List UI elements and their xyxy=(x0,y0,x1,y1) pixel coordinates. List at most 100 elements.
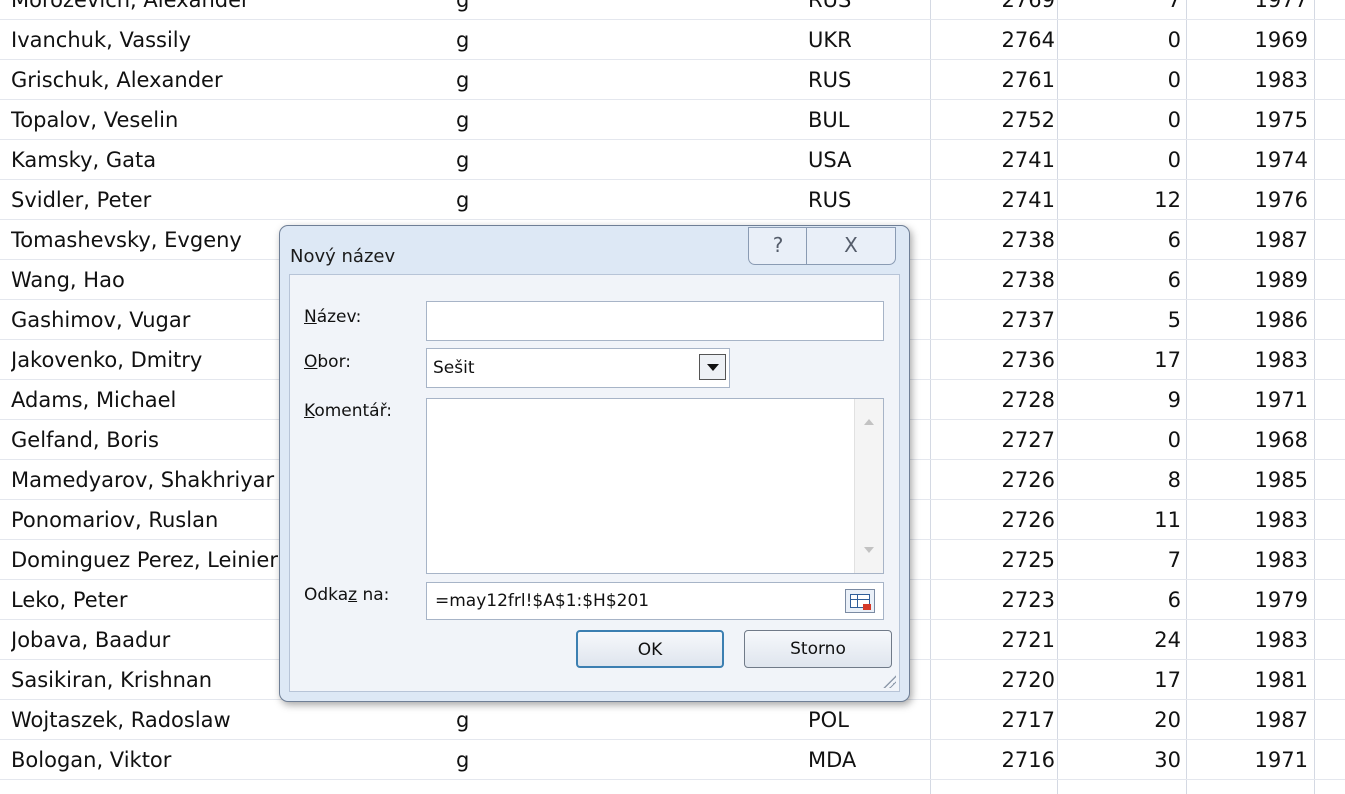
table-row[interactable]: Morozevich, Alexander g RUS 2769 7 1977 xyxy=(0,0,1345,20)
table-row[interactable]: Topalov, Veselin g BUL 2752 0 1975 xyxy=(0,100,1345,140)
table-row[interactable]: Wojtaszek, Radoslaw g POL 2717 20 1987 xyxy=(0,700,1345,740)
cell-rating[interactable]: 2720 xyxy=(935,660,1055,700)
cell-title[interactable]: g xyxy=(456,140,786,180)
cell-born[interactable]: 1969 xyxy=(1190,20,1308,60)
cell-rating[interactable]: 2736 xyxy=(935,340,1055,380)
cell-title[interactable]: g xyxy=(456,20,786,60)
cell-name[interactable]: Bologan, Viktor xyxy=(11,740,441,780)
cell-rating[interactable]: 2752 xyxy=(935,100,1055,140)
cell-born[interactable]: 1983 xyxy=(1190,500,1308,540)
cell-name[interactable]: Morozevich, Alexander xyxy=(11,0,441,20)
cell-rating[interactable]: 2721 xyxy=(935,620,1055,660)
cell-games[interactable]: 30 xyxy=(1061,740,1181,780)
cell-games[interactable]: 17 xyxy=(1061,340,1181,380)
cell-fed[interactable]: MDA xyxy=(808,740,918,780)
cell-title[interactable]: g xyxy=(456,100,786,140)
cell-rating[interactable]: 2761 xyxy=(935,60,1055,100)
cell-rating[interactable]: 2741 xyxy=(935,180,1055,220)
cell-title[interactable]: g xyxy=(456,0,786,20)
cell-born[interactable]: 1986 xyxy=(1190,300,1308,340)
table-row[interactable]: Bologan, Viktor g MDA 2716 30 1971 xyxy=(0,740,1345,780)
cancel-button[interactable]: Storno xyxy=(744,630,892,668)
cell-fed[interactable]: RUS xyxy=(808,0,918,20)
cell-games[interactable]: 8 xyxy=(1061,460,1181,500)
cell-born[interactable]: 1971 xyxy=(1190,740,1308,780)
cell-games[interactable]: 0 xyxy=(1061,60,1181,100)
cell-games[interactable]: 6 xyxy=(1061,580,1181,620)
cell-name[interactable]: Ivanchuk, Vassily xyxy=(11,20,441,60)
cell-fed[interactable]: BUL xyxy=(808,100,918,140)
reference-input[interactable]: =may12frl!$A$1:$H$201 xyxy=(426,582,884,620)
cell-born[interactable]: 1974 xyxy=(1190,140,1308,180)
cell-title[interactable]: g xyxy=(456,60,786,100)
cell-games[interactable]: 0 xyxy=(1061,140,1181,180)
cell-rating[interactable]: 2741 xyxy=(935,140,1055,180)
scroll-up-icon[interactable] xyxy=(864,419,874,425)
cell-rating[interactable]: 2723 xyxy=(935,580,1055,620)
cell-games[interactable]: 7 xyxy=(1061,540,1181,580)
cell-games[interactable]: 12 xyxy=(1061,180,1181,220)
help-button[interactable]: ? xyxy=(748,227,808,265)
cell-name[interactable]: Kamsky, Gata xyxy=(11,140,441,180)
cell-rating[interactable]: 2717 xyxy=(935,700,1055,740)
cell-fed[interactable]: UKR xyxy=(808,20,918,60)
cell-rating[interactable]: 2716 xyxy=(935,740,1055,780)
chevron-down-icon[interactable] xyxy=(699,354,726,380)
cell-born[interactable]: 1979 xyxy=(1190,580,1308,620)
cell-fed[interactable]: POL xyxy=(808,700,918,740)
close-button[interactable]: X xyxy=(806,227,896,265)
cell-born[interactable]: 1976 xyxy=(1190,180,1308,220)
cell-games[interactable]: 17 xyxy=(1061,660,1181,700)
cell-rating[interactable]: 2726 xyxy=(935,460,1055,500)
cell-rating[interactable]: 2727 xyxy=(935,420,1055,460)
cell-born[interactable]: 1989 xyxy=(1190,260,1308,300)
cell-games[interactable]: 11 xyxy=(1061,500,1181,540)
resize-grip-icon[interactable] xyxy=(882,674,896,688)
scope-select[interactable]: Sešit xyxy=(426,348,730,388)
cell-born[interactable]: 1987 xyxy=(1190,220,1308,260)
cell-born[interactable]: 1971 xyxy=(1190,380,1308,420)
cell-rating[interactable]: 2738 xyxy=(935,220,1055,260)
cell-games[interactable]: 6 xyxy=(1061,260,1181,300)
cell-fed[interactable]: USA xyxy=(808,140,918,180)
name-input[interactable] xyxy=(426,301,884,341)
cell-games[interactable]: 7 xyxy=(1061,0,1181,20)
table-row[interactable]: Ivanchuk, Vassily g UKR 2764 0 1969 xyxy=(0,20,1345,60)
ok-button[interactable]: OK xyxy=(576,630,724,668)
cell-rating[interactable]: 2725 xyxy=(935,540,1055,580)
cell-name[interactable]: Wojtaszek, Radoslaw xyxy=(11,700,441,740)
cell-title[interactable]: g xyxy=(456,740,786,780)
cell-rating[interactable]: 2769 xyxy=(935,0,1055,20)
cell-games[interactable]: 9 xyxy=(1061,380,1181,420)
scroll-down-icon[interactable] xyxy=(864,547,874,553)
table-row[interactable]: Kamsky, Gata g USA 2741 0 1974 xyxy=(0,140,1345,180)
cell-rating[interactable]: 2738 xyxy=(935,260,1055,300)
cell-born[interactable]: 1968 xyxy=(1190,420,1308,460)
collapse-dialog-button[interactable] xyxy=(845,589,875,613)
cell-rating[interactable]: 2726 xyxy=(935,500,1055,540)
cell-born[interactable]: 1985 xyxy=(1190,460,1308,500)
cell-games[interactable]: 24 xyxy=(1061,620,1181,660)
cell-name[interactable]: Topalov, Veselin xyxy=(11,100,441,140)
cell-title[interactable]: g xyxy=(456,700,786,740)
cell-born[interactable]: 1975 xyxy=(1190,100,1308,140)
cell-games[interactable]: 6 xyxy=(1061,220,1181,260)
cell-games[interactable]: 5 xyxy=(1061,300,1181,340)
comment-scrollbar[interactable] xyxy=(854,399,883,573)
cell-games[interactable]: 0 xyxy=(1061,100,1181,140)
cell-born[interactable]: 1983 xyxy=(1190,620,1308,660)
cell-fed[interactable]: RUS xyxy=(808,180,918,220)
cell-name[interactable]: Svidler, Peter xyxy=(11,180,441,220)
cell-rating[interactable]: 2764 xyxy=(935,20,1055,60)
cell-title[interactable]: g xyxy=(456,180,786,220)
cell-games[interactable]: 0 xyxy=(1061,420,1181,460)
cell-rating[interactable]: 2728 xyxy=(935,380,1055,420)
cell-fed[interactable]: RUS xyxy=(808,60,918,100)
cell-rating[interactable]: 2737 xyxy=(935,300,1055,340)
comment-textarea[interactable] xyxy=(426,398,884,574)
cell-games[interactable]: 20 xyxy=(1061,700,1181,740)
cell-born[interactable]: 1977 xyxy=(1190,0,1308,20)
table-row[interactable]: Grischuk, Alexander g RUS 2761 0 1983 xyxy=(0,60,1345,100)
cell-born[interactable]: 1981 xyxy=(1190,660,1308,700)
cell-name[interactable]: Grischuk, Alexander xyxy=(11,60,441,100)
